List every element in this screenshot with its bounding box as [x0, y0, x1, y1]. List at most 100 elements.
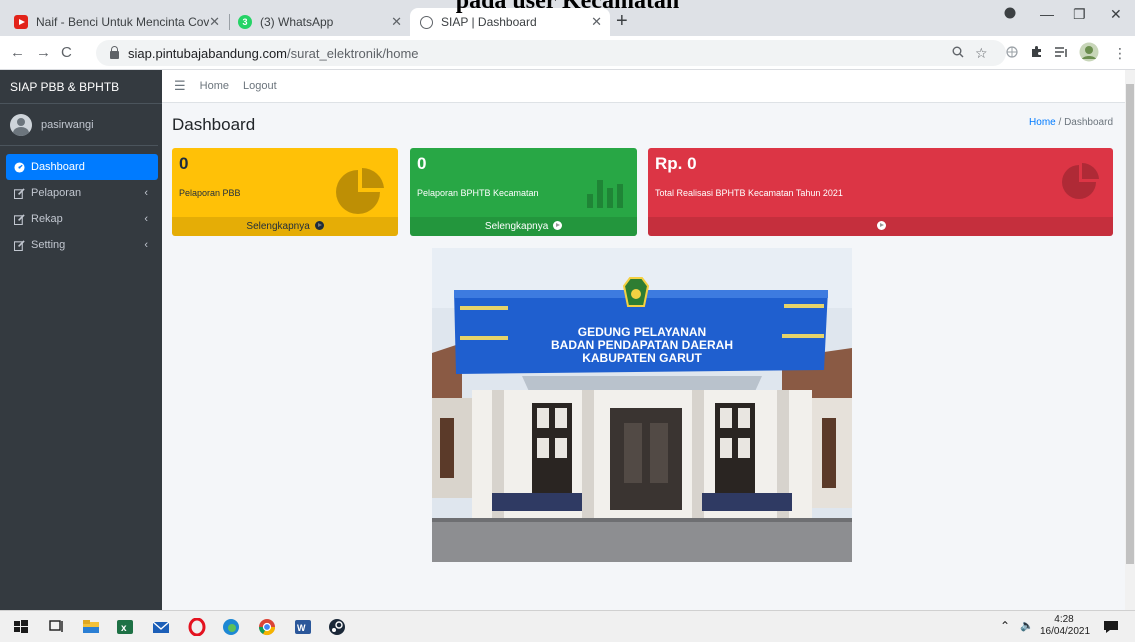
back-icon[interactable]: ← — [10, 44, 25, 61]
url-input[interactable]: siap.pintubajabandung.com/surat_elektron… — [96, 40, 1006, 66]
browser-tab-youtube[interactable]: Naif - Benci Untuk Mencinta Cov ✕ — [4, 8, 228, 36]
profile-icon[interactable] — [1004, 6, 1016, 22]
bookmark-star-icon[interactable]: ☆ — [975, 45, 988, 62]
excel-icon[interactable]: x — [116, 618, 134, 636]
user-name: pasirwangi — [41, 118, 94, 131]
url-host: siap.pintubajabandung.com — [128, 45, 288, 61]
sidebar-item-label: Setting — [31, 239, 66, 251]
more-info-link[interactable]: Selengkapnya — [172, 217, 398, 236]
sidebar-item-dashboard[interactable]: Dashboard — [6, 154, 158, 180]
chevron-left-icon: ‹ — [144, 187, 148, 199]
top-navbar: ☰ Home Logout — [162, 70, 1125, 103]
tray-chevron-up-icon[interactable]: ⌃ — [1000, 620, 1010, 632]
stat-box-total-realisasi: Rp. 0 Total Realisasi BPHTB Kecamatan Ta… — [648, 148, 1113, 236]
arrow-circle-right-icon — [553, 221, 563, 230]
sidebar-item-label: Pelaporan — [31, 187, 82, 199]
edit-icon — [14, 213, 25, 225]
menu-dots-icon[interactable]: ⋮ — [1113, 45, 1127, 62]
clock[interactable]: 4:28 16/04/2021 — [1040, 614, 1091, 638]
edit-icon — [14, 239, 25, 251]
extensions-puzzle-icon[interactable] — [1030, 45, 1043, 61]
new-tab-icon[interactable]: + — [616, 10, 628, 33]
stat-label: Total Realisasi BPHTB Kecamatan Tahun 20… — [655, 188, 843, 198]
chrome-icon[interactable] — [258, 618, 276, 636]
nav-link-home[interactable]: Home — [200, 80, 229, 92]
mail-icon[interactable] — [152, 618, 170, 636]
avatar — [10, 113, 32, 136]
sign-text-line1: GEDUNG PELAYANAN — [578, 325, 706, 339]
edge-icon[interactable] — [222, 618, 240, 636]
steam-icon[interactable] — [328, 618, 346, 636]
close-icon[interactable]: ✕ — [591, 14, 602, 30]
arrow-circle-right-icon — [314, 221, 324, 230]
page-title: Dashboard — [172, 115, 256, 134]
opera-icon[interactable] — [188, 618, 206, 636]
breadcrumb-home-link[interactable]: Home — [1029, 117, 1056, 128]
hamburger-menu-icon[interactable]: ☰ — [174, 78, 186, 94]
restore-icon[interactable]: ❐ — [1073, 6, 1086, 23]
whatsapp-icon: 3 — [238, 15, 252, 29]
stat-label: Pelaporan PBB — [179, 188, 241, 198]
pie-chart-icon — [1062, 162, 1099, 199]
sign-text-line2: BADAN PENDAPATAN DAERAH — [551, 338, 733, 352]
sidebar-item-rekap[interactable]: Rekap ‹ — [0, 206, 162, 232]
stat-value: 0 — [179, 154, 189, 173]
reading-list-icon[interactable] — [1055, 45, 1068, 61]
notification-icon[interactable] — [1102, 618, 1120, 636]
word-icon[interactable]: W — [294, 618, 312, 636]
sidebar-item-label: Rekap — [31, 213, 63, 225]
more-info-link[interactable] — [648, 217, 1113, 236]
clock-date: 16/04/2021 — [1040, 626, 1091, 637]
forward-icon[interactable]: → — [36, 44, 51, 61]
stat-value: 0 — [417, 154, 427, 173]
breadcrumb-current: Dashboard — [1064, 117, 1113, 128]
sidebar-item-pelaporan[interactable]: Pelaporan ‹ — [0, 180, 162, 206]
tab-title: (3) WhatsApp — [260, 15, 334, 29]
globe-icon — [420, 15, 433, 29]
stat-label: Pelaporan BPHTB Kecamatan — [417, 188, 539, 198]
zoom-icon[interactable] — [952, 45, 964, 61]
dashboard-icon — [14, 161, 25, 173]
sidebar-nav: Dashboard Pelaporan ‹ Rekap ‹ Setting ‹ — [0, 154, 162, 258]
scrollbar-thumb[interactable] — [1126, 84, 1134, 564]
more-info-link[interactable]: Selengkapnya — [410, 217, 637, 236]
sidebar: SIAP PBB & BPHTB pasirwangi Dashboard Pe… — [0, 70, 162, 610]
user-panel[interactable]: pasirwangi — [0, 104, 158, 146]
extension-globe-icon[interactable] — [1006, 45, 1018, 61]
tab-title: SIAP | Dashboard — [441, 15, 537, 29]
lock-icon — [110, 45, 119, 59]
browser-tab-whatsapp[interactable]: 3 (3) WhatsApp ✕ — [228, 8, 410, 36]
svg-text:x: x — [121, 623, 127, 634]
profile-avatar-icon[interactable] — [1079, 42, 1099, 65]
edit-icon — [14, 187, 25, 199]
bar-chart-icon — [587, 180, 623, 208]
task-view-icon[interactable] — [48, 618, 66, 636]
tab-title: Naif - Benci Untuk Mencinta Cov — [36, 15, 210, 29]
chevron-left-icon: ‹ — [144, 239, 148, 251]
vertical-scrollbar[interactable] — [1125, 70, 1135, 610]
brand-link[interactable]: SIAP PBB & BPHTB — [0, 70, 162, 104]
more-info-label: Selengkapnya — [484, 221, 549, 232]
address-bar: ← → C siap.pintubajabandung.com/surat_el… — [0, 36, 1135, 70]
youtube-icon — [14, 15, 28, 29]
more-info-label: Selengkapnya — [246, 221, 310, 232]
file-explorer-icon[interactable] — [82, 618, 100, 636]
minimize-icon[interactable]: — — [1040, 6, 1054, 22]
windows-start-icon[interactable] — [12, 618, 30, 636]
svg-text:W: W — [297, 623, 306, 633]
reload-icon[interactable]: C — [61, 44, 72, 61]
close-icon[interactable]: ✕ — [391, 14, 402, 30]
breadcrumb: Home / Dashboard — [1029, 117, 1113, 128]
office-building-photo: GEDUNG PELAYANAN BADAN PENDAPATAN DAERAH… — [432, 248, 852, 562]
browser-tab-siap[interactable]: SIAP | Dashboard ✕ — [410, 8, 610, 36]
stat-value: Rp. 0 — [655, 154, 697, 173]
sidebar-item-setting[interactable]: Setting ‹ — [0, 232, 162, 258]
url-path: /surat_elektronik/home — [287, 45, 419, 61]
close-window-icon[interactable]: ✕ — [1110, 6, 1122, 23]
windows-taskbar: x W ⌃ 🔈 4:28 16/04/2021 — [0, 610, 1135, 642]
clock-time: 4:28 — [1054, 614, 1074, 625]
arrow-circle-right-icon — [877, 221, 886, 230]
volume-icon[interactable]: 🔈 — [1020, 620, 1034, 632]
close-icon[interactable]: ✕ — [209, 14, 220, 30]
nav-link-logout[interactable]: Logout — [243, 80, 277, 92]
